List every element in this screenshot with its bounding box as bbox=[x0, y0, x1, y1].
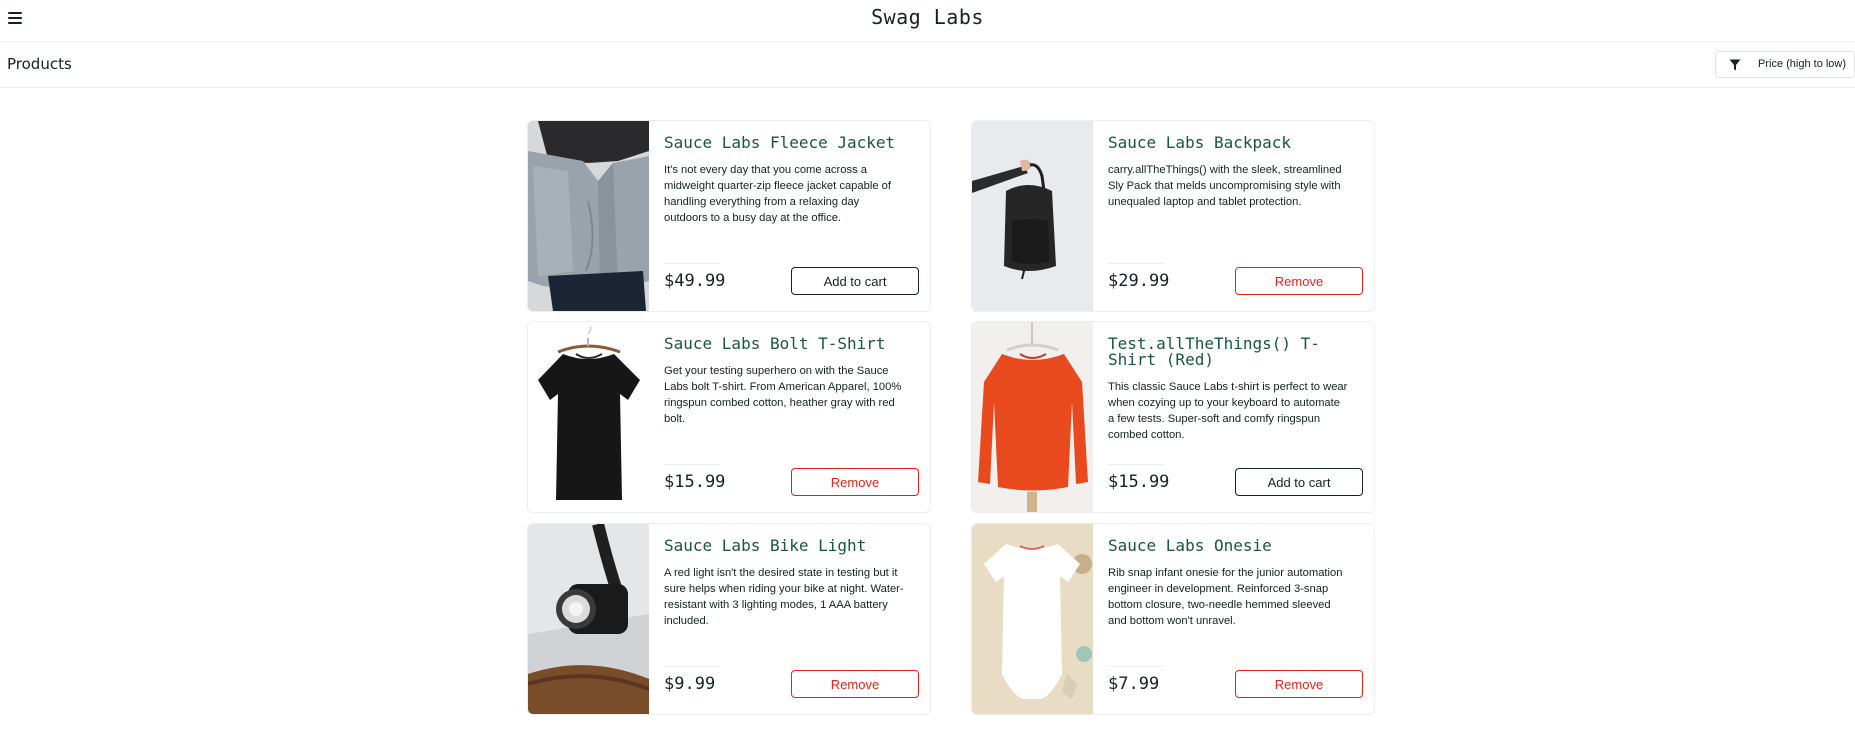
item-name-link[interactable]: Sauce Labs Fleece Jacket bbox=[664, 135, 919, 151]
add-to-cart-button[interactable]: Add to cart bbox=[1235, 468, 1363, 496]
price-divider bbox=[664, 464, 720, 465]
item-name-link[interactable]: Sauce Labs Bike Light bbox=[664, 538, 919, 554]
app-logo: Swag Labs bbox=[871, 5, 984, 29]
item-price: $29.99 bbox=[1108, 271, 1170, 291]
backpack-image[interactable] bbox=[972, 121, 1093, 311]
item-name-link[interactable]: Sauce Labs Backpack bbox=[1108, 135, 1363, 151]
remove-button[interactable]: Remove bbox=[1235, 670, 1363, 698]
bolt-tshirt-image[interactable] bbox=[528, 322, 649, 512]
inventory-item: Sauce Labs Backpack carry.allTheThings()… bbox=[971, 120, 1375, 312]
item-price: $49.99 bbox=[664, 271, 726, 291]
filter-icon bbox=[1729, 59, 1741, 71]
inventory-item: Sauce Labs Fleece Jacket It's not every … bbox=[527, 120, 931, 312]
remove-button[interactable]: Remove bbox=[791, 670, 919, 698]
inventory-item: Test.allTheThings() T-Shirt (Red) This c… bbox=[971, 321, 1375, 513]
remove-button[interactable]: Remove bbox=[1235, 267, 1363, 295]
sort-dropdown[interactable]: Price (high to low) bbox=[1715, 51, 1855, 78]
page-title: Products bbox=[7, 55, 72, 73]
secondary-header: Products Price (high to low) bbox=[0, 42, 1855, 88]
item-price: $7.99 bbox=[1108, 674, 1160, 694]
item-name-link[interactable]: Test.allTheThings() T-Shirt (Red) bbox=[1108, 336, 1363, 368]
price-divider bbox=[664, 263, 720, 264]
remove-button[interactable]: Remove bbox=[791, 468, 919, 496]
inventory-item: Sauce Labs Bike Light A red light isn't … bbox=[527, 523, 931, 715]
item-description: This classic Sauce Labs t-shirt is perfe… bbox=[1108, 381, 1348, 441]
item-description: carry.allTheThings() with the sleek, str… bbox=[1108, 164, 1342, 208]
item-description: Rib snap infant onesie for the junior au… bbox=[1108, 567, 1343, 627]
price-divider bbox=[1108, 263, 1164, 264]
item-name-link[interactable]: Sauce Labs Onesie bbox=[1108, 538, 1363, 554]
inventory-item: Sauce Labs Bolt T-Shirt Get your testing… bbox=[527, 321, 931, 513]
price-divider bbox=[1108, 464, 1164, 465]
price-divider bbox=[1108, 666, 1164, 667]
item-description: A red light isn't the desired state in t… bbox=[664, 567, 904, 627]
app-header: Swag Labs bbox=[0, 0, 1855, 42]
bike-light-image[interactable] bbox=[528, 524, 649, 714]
item-description: It's not every day that you come across … bbox=[664, 164, 891, 224]
item-price: $15.99 bbox=[664, 472, 726, 492]
add-to-cart-button[interactable]: Add to cart bbox=[791, 267, 919, 295]
red-tshirt-image[interactable] bbox=[972, 322, 1093, 512]
item-price: $15.99 bbox=[1108, 472, 1170, 492]
sort-selected-label: Price (high to low) bbox=[1758, 58, 1847, 70]
price-divider bbox=[664, 666, 720, 667]
fleece-jacket-image[interactable] bbox=[528, 121, 649, 311]
item-description: Get your testing superhero on with the S… bbox=[664, 365, 902, 425]
item-name-link[interactable]: Sauce Labs Bolt T-Shirt bbox=[664, 336, 919, 352]
inventory-item: Sauce Labs Onesie Rib snap infant onesie… bbox=[971, 523, 1375, 715]
onesie-image[interactable] bbox=[972, 524, 1093, 714]
item-price: $9.99 bbox=[664, 674, 716, 694]
